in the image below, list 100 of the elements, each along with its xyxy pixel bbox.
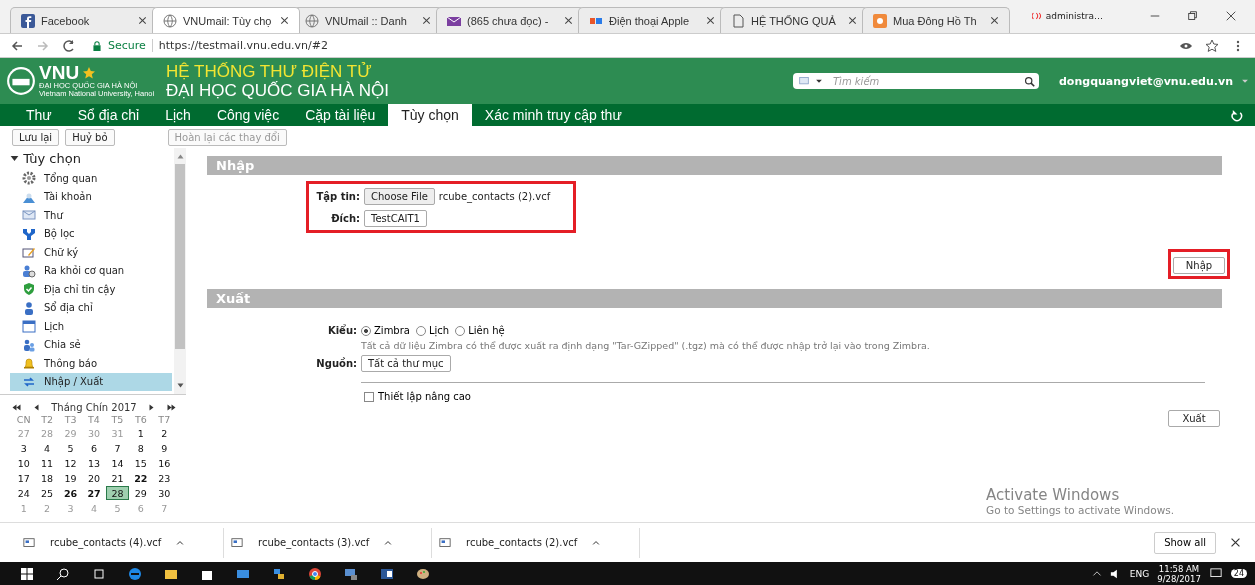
- calendar-day[interactable]: 20: [82, 471, 106, 485]
- radio-option[interactable]: Lịch: [415, 325, 450, 336]
- sidebar-item[interactable]: Chia sẻ: [10, 335, 172, 354]
- calendar-day[interactable]: 30: [152, 486, 176, 500]
- nav-tab[interactable]: Thư: [13, 104, 65, 126]
- calendar-day[interactable]: 29: [129, 486, 153, 500]
- calendar-day[interactable]: 7: [105, 441, 130, 455]
- reload-icon: [62, 38, 76, 53]
- file-icon: [230, 536, 244, 549]
- logo-text: VNU: [39, 64, 80, 82]
- calendar-day[interactable]: 15: [129, 456, 153, 470]
- radio-option[interactable]: Zimbra: [361, 325, 410, 336]
- tab-favicon-icon: [873, 13, 887, 28]
- nav-tab[interactable]: Công việc: [203, 104, 293, 126]
- weekday-label: T4: [87, 414, 101, 425]
- source-select[interactable]: Tất cả thư mục: [361, 355, 451, 372]
- caret-icon: [1241, 77, 1249, 85]
- calendar-day[interactable]: 4: [35, 441, 59, 455]
- calendar-day[interactable]: 10: [12, 456, 36, 470]
- sidebar-item[interactable]: Ra khỏi cơ quan: [10, 261, 172, 280]
- page-icon: [731, 13, 745, 28]
- calendar-day[interactable]: 24: [12, 486, 36, 500]
- scroll-up-icon[interactable]: [176, 154, 184, 159]
- calendar-day[interactable]: 3: [12, 441, 36, 455]
- section-header: Nhập: [207, 156, 1222, 175]
- swap-arrows-icon: [22, 374, 36, 389]
- calendar-day[interactable]: 17: [12, 471, 36, 485]
- refresh-icon: [1230, 108, 1243, 122]
- nav-tab[interactable]: Sổ địa chỉ: [64, 104, 153, 126]
- calendar-day[interactable]: 13: [82, 456, 106, 470]
- next-year-icon[interactable]: [166, 403, 176, 411]
- download-item[interactable]: rcube_contacts (2).vcf: [432, 527, 640, 558]
- scrollbar[interactable]: [174, 148, 186, 394]
- sidebar-item[interactable]: Tài khoản: [10, 187, 172, 206]
- calendar-day[interactable]: 12: [58, 456, 83, 470]
- calendar-day[interactable]: 22: [129, 471, 153, 485]
- previous-year-icon[interactable]: [12, 403, 21, 411]
- sidebar-item[interactable]: Thông báo: [10, 354, 172, 373]
- calendar-day[interactable]: 14: [105, 456, 130, 470]
- calendar-day[interactable]: 16: [152, 456, 176, 470]
- close-icon: [1225, 10, 1237, 22]
- sidebar-item[interactable]: Tổng quan: [10, 169, 172, 188]
- advanced-checkbox[interactable]: Thiết lập nâng cao: [207, 391, 1222, 402]
- weekday-label: CN: [15, 414, 32, 425]
- calendar-day[interactable]: 25: [35, 486, 59, 500]
- calendar-day[interactable]: 2: [152, 426, 176, 440]
- toolbar-button[interactable]: Lưu lại: [12, 128, 60, 146]
- weekday-label: T2: [40, 414, 55, 425]
- filter-icon: [22, 226, 36, 241]
- field-label: Kiểu:: [326, 325, 357, 336]
- gear-icon: [22, 171, 36, 186]
- nav-tab[interactable]: Tùy chọn: [388, 104, 472, 126]
- calendar-day[interactable]: 26: [58, 486, 83, 500]
- nav-tab[interactable]: Lịch: [152, 104, 204, 126]
- sidebar-item[interactable]: Địa chỉ tin cậy: [10, 280, 172, 299]
- logo-emblem-icon: [6, 66, 36, 96]
- clock[interactable]: 11:58 AM 9/28/2017: [1157, 563, 1201, 584]
- sidebar-item[interactable]: Thư: [10, 206, 172, 225]
- calendar-day[interactable]: 1: [129, 426, 153, 440]
- calendar-day[interactable]: 19: [58, 471, 83, 485]
- star-icon: [1205, 38, 1219, 53]
- show-all-button[interactable]: Show all: [1154, 531, 1216, 554]
- search-icon: [1024, 75, 1035, 87]
- calendar-day[interactable]: 23: [152, 471, 176, 485]
- choose-file-button[interactable]: Choose File: [364, 187, 435, 205]
- calendar-day[interactable]: 18: [35, 471, 59, 485]
- export-button[interactable]: Xuất: [1168, 410, 1220, 427]
- sidebar-item[interactable]: Nhập / Xuất: [10, 372, 172, 391]
- tree-header[interactable]: Tùy chọn: [10, 151, 174, 169]
- sidebar-item[interactable]: Bộ lọc: [10, 224, 172, 243]
- calendar-day[interactable]: 5: [58, 441, 83, 455]
- toolbar-button[interactable]: Huỷ bỏ: [65, 128, 115, 146]
- scroll-down-icon[interactable]: [176, 383, 184, 388]
- calendar-day[interactable]: 9: [152, 441, 176, 455]
- import-button[interactable]: Nhập: [1173, 257, 1225, 274]
- browser-tab[interactable]: VNUmail: Tùy chọ: [152, 7, 300, 33]
- calendar-day[interactable]: 27: [82, 486, 106, 500]
- browser-tab[interactable]: Mua Đông Hồ Th: [862, 7, 1010, 33]
- calendar-day[interactable]: 6: [82, 441, 106, 455]
- calendar-day[interactable]: 11: [35, 456, 59, 470]
- calendar-day[interactable]: 21: [105, 471, 130, 485]
- sidebar-item[interactable]: Sổ địa chỉ: [10, 298, 172, 317]
- language-indicator[interactable]: ENG: [1129, 568, 1150, 579]
- calendar-day[interactable]: 28: [105, 486, 130, 500]
- nav-tab[interactable]: Xác minh truy cập thư: [471, 104, 635, 126]
- calendar-day[interactable]: 8: [129, 441, 153, 455]
- close-icon: [706, 16, 715, 25]
- radio-option[interactable]: Liên hệ: [455, 325, 505, 336]
- user-menu[interactable]: dongquangviet@vnu.edu.vn: [1059, 74, 1233, 88]
- profile-button[interactable]: administra…: [1031, 11, 1103, 21]
- task-view-icon: [92, 566, 106, 581]
- address-bar[interactable]: Secure https://testmail.vnu.edu.vn/#2: [88, 35, 1167, 56]
- download-item[interactable]: rcube_contacts (3).vcf: [224, 527, 432, 558]
- download-item[interactable]: rcube_contacts (4).vcf: [16, 527, 224, 558]
- previous-month-icon[interactable]: [33, 403, 39, 411]
- sidebar-item[interactable]: Chữ ký: [10, 243, 172, 262]
- nav-tab[interactable]: Cặp tài liệu: [292, 104, 389, 126]
- destination-select[interactable]: TestCAIT1: [364, 209, 427, 227]
- sidebar-item[interactable]: Lịch: [10, 317, 172, 336]
- next-month-icon[interactable]: [149, 403, 155, 411]
